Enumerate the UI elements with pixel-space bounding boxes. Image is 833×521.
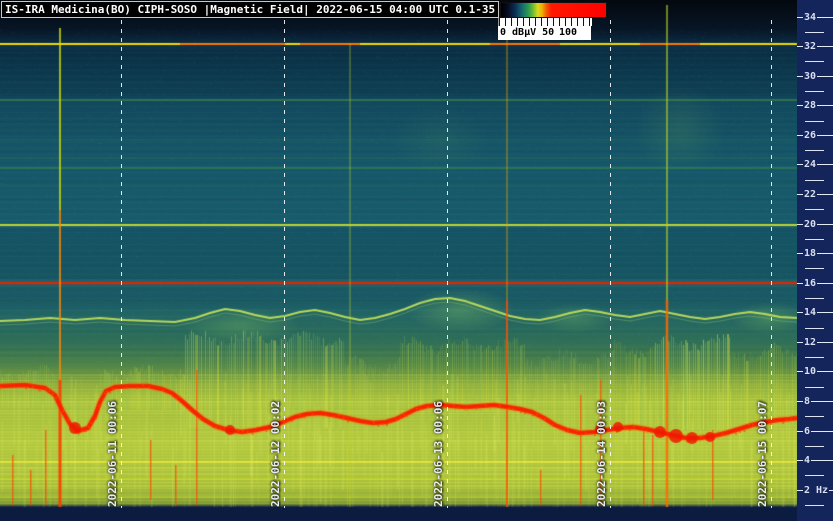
freq-tick-label: 12	[803, 337, 817, 348]
freq-minor-tick	[805, 505, 824, 506]
freq-minor-tick	[805, 298, 824, 299]
freq-tick-label: 18	[803, 248, 817, 259]
color-scale-labels: 0 dBµV 50 100	[498, 26, 591, 40]
freq-minor-tick	[805, 446, 824, 447]
freq-tick-label: 14	[803, 307, 817, 318]
freq-tick-label: 10	[803, 366, 817, 377]
scale-label-right: 100	[559, 26, 577, 40]
tick-mark	[817, 135, 833, 136]
tick-mark	[817, 76, 833, 77]
freq-minor-tick	[805, 268, 824, 269]
tick-mark	[817, 46, 833, 47]
tick-mark	[817, 312, 833, 313]
freq-tick-label: 28	[803, 100, 817, 111]
freq-tick-32: 32	[797, 41, 833, 52]
tick-mark	[817, 164, 833, 165]
timestamp-label: 2022-06-14 00:03	[595, 401, 608, 507]
freq-minor-tick	[805, 239, 824, 240]
freq-minor-tick	[805, 328, 824, 329]
freq-minor-tick	[805, 475, 824, 476]
freq-minor-tick	[805, 91, 824, 92]
freq-tick-14: 14	[797, 307, 833, 318]
freq-tick-10: 10	[797, 366, 833, 377]
timestamp-label: 2022-06-15 00:07	[756, 401, 769, 507]
freq-minor-tick	[805, 32, 824, 33]
freq-tick-label: 24	[803, 159, 817, 170]
freq-tick-label: 34	[803, 12, 817, 23]
freq-tick-22: 22	[797, 189, 833, 200]
freq-tick-label: 30	[803, 71, 817, 82]
tick-mark	[817, 224, 833, 225]
freq-minor-tick	[805, 387, 824, 388]
midnight-gridline	[447, 20, 448, 508]
color-scale-gradient	[500, 2, 607, 18]
freq-tick-2: 2 Hz	[797, 485, 833, 496]
tick-mark	[817, 342, 833, 343]
freq-minor-tick	[805, 121, 824, 122]
freq-tick-label: 8	[803, 396, 811, 407]
freq-tick-8: 8	[797, 396, 833, 407]
midnight-gridline	[610, 20, 611, 508]
freq-tick-20: 20	[797, 219, 833, 230]
freq-tick-label: 22	[803, 189, 817, 200]
spectrogram-plot	[0, 0, 833, 521]
freq-tick-34: 34	[797, 12, 833, 23]
title-bar: IS-IRA Medicina(BO) CIPH-SOSO |Magnetic …	[1, 1, 499, 18]
freq-tick-label: 6	[803, 426, 811, 437]
tick-mark	[817, 253, 833, 254]
freq-tick-28: 28	[797, 100, 833, 111]
spectrogram-monitor-window: IS-IRA Medicina(BO) CIPH-SOSO |Magnetic …	[0, 0, 833, 521]
midnight-gridline	[771, 20, 772, 508]
freq-tick-label: 4	[803, 455, 811, 466]
freq-tick-label: 2 Hz	[803, 485, 829, 496]
freq-tick-label: 32	[803, 41, 817, 52]
freq-tick-26: 26	[797, 130, 833, 141]
freq-tick-30: 30	[797, 71, 833, 82]
title-text: IS-IRA Medicina(BO) CIPH-SOSO |Magnetic …	[5, 3, 495, 16]
freq-tick-label: 16	[803, 278, 817, 289]
freq-tick-label: 26	[803, 130, 817, 141]
tick-mark	[811, 460, 833, 461]
frequency-axis: 34 32 30 28 26 24 22 20 18 16 14 12 10 8 6 4 2 Hz	[797, 0, 833, 521]
scale-label-left: 0 dBµV 50	[500, 26, 554, 40]
freq-minor-tick	[805, 61, 824, 62]
freq-tick-24: 24	[797, 159, 833, 170]
tick-mark	[811, 401, 833, 402]
timestamp-label: 2022-06-11 00:06	[106, 401, 119, 507]
midnight-gridline	[284, 20, 285, 508]
freq-tick-18: 18	[797, 248, 833, 259]
tick-mark	[811, 431, 833, 432]
freq-minor-tick	[805, 416, 824, 417]
color-scale-ruler	[498, 18, 592, 26]
tick-mark	[817, 17, 833, 18]
timestamp-label: 2022-06-12 00:02	[269, 401, 282, 507]
tick-mark	[817, 283, 833, 284]
midnight-gridline	[121, 20, 122, 508]
freq-tick-16: 16	[797, 278, 833, 289]
freq-tick-4: 4	[797, 455, 833, 466]
tick-mark	[817, 194, 833, 195]
tick-mark	[817, 105, 833, 106]
freq-minor-tick	[805, 209, 824, 210]
freq-minor-tick	[805, 357, 824, 358]
timestamp-label: 2022-06-13 00:06	[432, 401, 445, 507]
freq-minor-tick	[805, 150, 824, 151]
tick-mark	[829, 490, 833, 491]
tick-mark	[817, 371, 833, 372]
freq-tick-12: 12	[797, 337, 833, 348]
freq-tick-label: 20	[803, 219, 817, 230]
freq-minor-tick	[805, 180, 824, 181]
freq-tick-6: 6	[797, 426, 833, 437]
